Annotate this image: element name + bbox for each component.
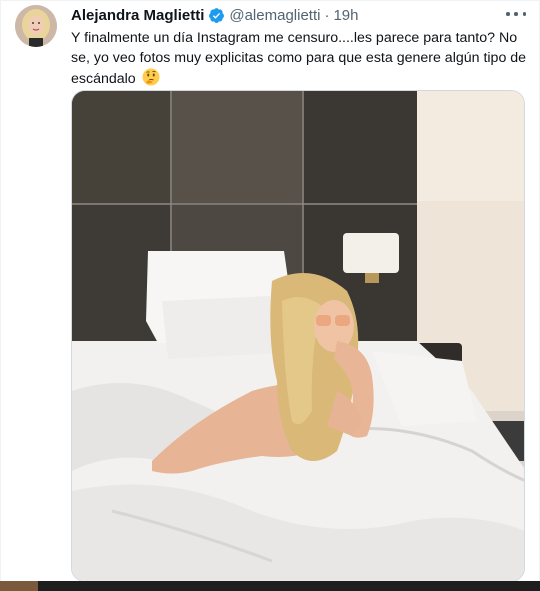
author-display-name[interactable]: Alejandra Maglietti [71, 7, 204, 24]
tweet-body: Y finalmente un día Instagram me censuro… [71, 30, 527, 87]
tweet-card[interactable]: Alejandra Maglietti @alemaglietti · 19h … [0, 0, 540, 591]
photo-illustration [72, 91, 524, 581]
bottom-thumbnail [0, 581, 38, 591]
author-avatar[interactable] [15, 5, 57, 47]
profile-avatar-icon [15, 5, 57, 47]
more-dot [514, 12, 518, 16]
tweet-timestamp[interactable]: 19h [333, 7, 358, 24]
tweet-header: Alejandra Maglietti @alemaglietti · 19h [71, 5, 359, 25]
bottom-strip [0, 581, 540, 591]
verified-badge-icon [209, 7, 225, 23]
tweet-text: Y finalmente un día Instagram me censuro… [71, 28, 533, 89]
more-dot [522, 12, 526, 16]
thinking-face-emoji-icon [142, 68, 160, 86]
more-options-icon[interactable] [506, 6, 526, 22]
author-handle[interactable]: @alemaglietti [229, 7, 320, 24]
header-separator: · [324, 6, 330, 24]
tweet-photo[interactable] [71, 90, 525, 582]
more-dot [506, 12, 510, 16]
